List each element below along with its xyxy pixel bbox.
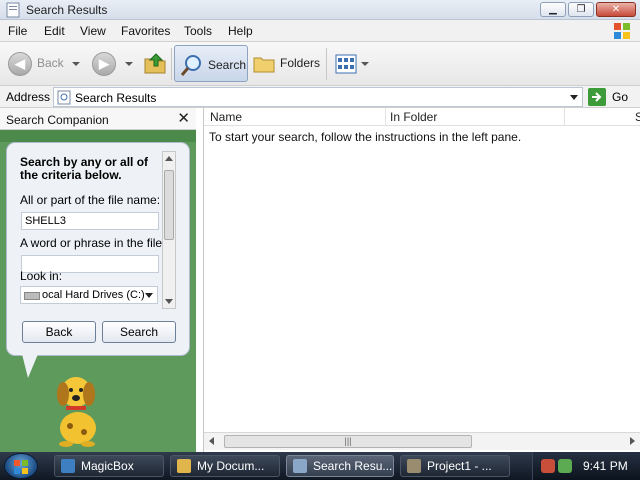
menu-tools[interactable]: Tools: [184, 24, 212, 38]
network-icon[interactable]: [558, 459, 572, 473]
taskbar: MagicBox My Docum... Search Resu... Proj…: [0, 452, 640, 480]
start-button[interactable]: [4, 453, 38, 479]
forward-arrow-icon[interactable]: ▶: [92, 52, 116, 76]
search-results-icon: [57, 90, 71, 105]
results-horizontal-scrollbar[interactable]: |||: [204, 432, 640, 450]
results-column-header: Name In Folder S: [204, 108, 640, 126]
views-button[interactable]: [334, 52, 370, 76]
toolbar: ◀ Back ▶ Search Folders: [0, 42, 640, 86]
back-button[interactable]: Back: [22, 321, 96, 343]
scroll-left-icon[interactable]: [209, 437, 214, 445]
close-button[interactable]: ✕: [596, 2, 636, 17]
pane-background-band: [0, 130, 196, 142]
results-message: To start your search, follow the instruc…: [209, 130, 522, 144]
forward-dropdown-icon[interactable]: [125, 62, 133, 66]
column-divider[interactable]: [564, 108, 565, 126]
system-tray: 9:41 PM: [532, 452, 640, 480]
menu-favorites[interactable]: Favorites: [121, 24, 170, 38]
column-size[interactable]: S: [635, 110, 640, 124]
task-label: My Docum...: [197, 459, 265, 473]
address-value: Search Results: [75, 91, 157, 105]
lookin-dropdown-icon: [145, 293, 153, 298]
toolbar-separator: [171, 48, 172, 80]
menu-bar: File Edit View Favorites Tools Help: [0, 20, 640, 42]
search-button[interactable]: Search: [174, 45, 248, 82]
scroll-down-icon[interactable]: [165, 299, 173, 304]
speech-bubble-tail: [22, 354, 38, 378]
column-name[interactable]: Name: [210, 110, 242, 124]
filename-input[interactable]: SHELL3: [21, 212, 159, 230]
scroll-right-icon[interactable]: [630, 437, 635, 445]
windows-flag-icon: [14, 460, 28, 474]
minimize-button[interactable]: ▁: [540, 2, 566, 17]
project-icon: [407, 459, 421, 473]
criteria-heading: Search by any or all of the criteria bel…: [20, 155, 149, 182]
toolbar-separator: [326, 48, 327, 80]
go-label: Go: [612, 90, 629, 104]
search-button-label: Search: [208, 58, 247, 72]
go-button[interactable]: Go: [588, 88, 636, 106]
search-criteria-panel: Search by any or all of the criteria bel…: [6, 142, 190, 356]
task-label: Search Resu...: [313, 459, 393, 473]
folders-icon[interactable]: [252, 52, 276, 74]
views-dropdown-icon: [361, 62, 369, 66]
column-divider[interactable]: [385, 108, 386, 126]
window-controls: ▁ ❐ ✕: [540, 2, 636, 17]
task-label: Project1 - ...: [427, 459, 492, 473]
window-title: Search Results: [26, 3, 108, 17]
results-pane: Name In Folder S To start your search, f…: [203, 108, 640, 452]
clock[interactable]: 9:41 PM: [583, 459, 628, 473]
task-project1[interactable]: Project1 - ...: [400, 455, 510, 477]
address-bar: Address Search Results Go: [0, 86, 640, 108]
views-grid-icon: [335, 54, 357, 74]
menu-edit[interactable]: Edit: [44, 24, 65, 38]
maximize-button[interactable]: ❐: [568, 2, 594, 17]
search-companion-title: Search Companion: [6, 113, 109, 127]
lookin-dropdown[interactable]: ocal Hard Drives (C:): [20, 286, 158, 304]
menu-help[interactable]: Help: [228, 24, 253, 38]
task-label: MagicBox: [81, 459, 134, 473]
search-window-icon: [293, 459, 307, 473]
go-arrow-icon: [588, 88, 606, 106]
hard-drive-icon: [24, 292, 40, 300]
magicbox-icon: [61, 459, 75, 473]
folder-window-icon: [6, 2, 20, 18]
task-magicbox[interactable]: MagicBox: [54, 455, 164, 477]
back-button-label[interactable]: Back: [37, 56, 64, 70]
criteria-scrollbar[interactable]: [162, 151, 176, 309]
title-bar: Search Results ▁ ❐ ✕: [0, 0, 640, 20]
address-field[interactable]: Search Results: [53, 87, 583, 107]
search-companion-header: Search Companion ✕: [0, 108, 196, 130]
address-label: Address: [6, 90, 51, 104]
scroll-thumb[interactable]: [164, 170, 174, 240]
tray-app-icon[interactable]: [541, 459, 555, 473]
magnifier-icon: [180, 55, 201, 76]
scroll-up-icon[interactable]: [165, 156, 173, 161]
menu-file[interactable]: File: [8, 24, 27, 38]
search-submit-button[interactable]: Search: [102, 321, 176, 343]
folders-button-label[interactable]: Folders: [280, 56, 320, 70]
menu-view[interactable]: View: [80, 24, 106, 38]
windows-logo-icon: [614, 23, 630, 39]
task-my-documents[interactable]: My Docum...: [170, 455, 280, 477]
lookin-value: ocal Hard Drives (C:): [42, 289, 145, 301]
column-in-folder[interactable]: In Folder: [390, 110, 437, 124]
horizontal-scroll-thumb[interactable]: |||: [224, 435, 472, 448]
back-arrow-icon[interactable]: ◀: [8, 52, 32, 76]
address-dropdown-icon[interactable]: [570, 95, 578, 100]
folder-icon: [177, 459, 191, 473]
back-dropdown-icon[interactable]: [72, 62, 80, 66]
close-pane-icon[interactable]: ✕: [177, 109, 190, 127]
phrase-label: A word or phrase in the file:: [20, 236, 166, 250]
up-folder-icon[interactable]: [142, 50, 168, 76]
search-companion-pane: Search Companion ✕ Search by any or all …: [0, 108, 196, 452]
filename-label: All or part of the file name:: [20, 193, 161, 207]
lookin-label: Look in:: [20, 269, 63, 283]
search-dog-icon[interactable]: [48, 370, 108, 448]
task-search-results[interactable]: Search Resu...: [286, 455, 394, 477]
